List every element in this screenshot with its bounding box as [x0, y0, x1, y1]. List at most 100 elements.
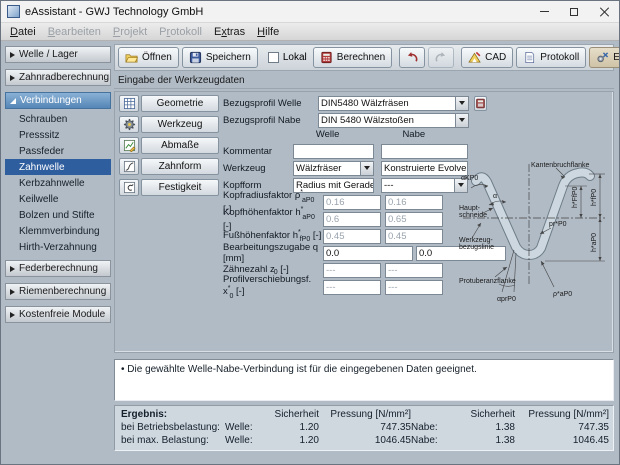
status-message-box: • Die gewählte Welle-Nabe-Verbindung ist… [114, 359, 614, 401]
din-profile-button[interactable] [474, 96, 487, 111]
kopfhoehenfaktor-welle-field [323, 212, 381, 227]
minimize-button[interactable] [529, 1, 559, 22]
results-title: Ergebnis: [121, 409, 225, 420]
calculator-icon [320, 51, 333, 64]
sidebar-item-bolzen-und-stifte[interactable]: Bolzen und Stifte [5, 207, 111, 223]
sidebar-section-kostenfreie-module[interactable]: Kostenfreie Module [5, 306, 111, 323]
open-button[interactable]: Öffnen [118, 47, 179, 68]
results-col-pressung: Pressung [N/mm²] [319, 409, 411, 420]
kopfradiusfaktor-welle-field [323, 195, 381, 210]
abmasse-button[interactable]: Abmaße [141, 137, 219, 154]
sidebar-item-keilwelle[interactable]: Keilwelle [5, 191, 111, 207]
chevron-down-icon[interactable] [360, 162, 373, 175]
kopfform-nabe-select[interactable]: --- [381, 178, 468, 193]
sidebar-item-zahnwelle[interactable]: Zahnwelle [5, 159, 111, 175]
checkbox-icon [268, 52, 279, 63]
results-row-label: bei Betriebsbelastung: [121, 422, 225, 433]
zahnform-button[interactable]: Zahnform [141, 158, 219, 175]
geometrie-button[interactable]: Geometrie [141, 95, 219, 112]
settings-icon [596, 51, 609, 64]
title-bar: eAssistant - GWJ Technology GmbH [1, 1, 619, 23]
sidebar-item-presssitz[interactable]: Presssitz [5, 127, 111, 143]
gear-icon [123, 118, 136, 131]
cad-icon [468, 51, 481, 64]
sidebar-section-riemenberechnung[interactable]: Riemenberechnung [5, 283, 111, 300]
sidebar-section-verbindungen[interactable]: Verbindungen [5, 92, 111, 109]
diagram-label-protuberanzflanke: Protuberanzflanke [459, 278, 516, 285]
results-col-pressung-2: Pressung [N/mm²] [515, 409, 609, 420]
menu-bar: Datei Bearbeiten Projekt Protokoll Extra… [1, 23, 619, 41]
menu-datei[interactable]: Datei [4, 25, 42, 39]
curve-icon [123, 160, 136, 173]
save-button[interactable]: Speichern [182, 47, 258, 68]
festigkeit-icon-button[interactable] [119, 179, 139, 196]
werkzeug-button[interactable]: Werkzeug [141, 116, 219, 133]
maximize-button[interactable] [559, 1, 589, 22]
kommentar-welle-input[interactable] [293, 144, 374, 159]
diagram-label-pr-p0: pr*P0 [549, 221, 567, 228]
sidebar: Welle / Lager Zahnradberechnung Verbindu… [5, 46, 111, 456]
menu-hilfe[interactable]: Hilfe [251, 25, 285, 39]
main-panel: Öffnen Speichern Lokal Berechnen [113, 43, 615, 460]
kommentar-nabe-input[interactable] [381, 144, 468, 159]
werkzeugdaten-groupbox: Geometrie Werkzeug Abmaße Zahnform [114, 91, 614, 353]
triangle-expanded-icon [10, 98, 16, 104]
redo-icon [434, 51, 448, 64]
results-table: Ergebnis: Sicherheit Pressung [N/mm²] Si… [121, 409, 607, 446]
diagram-label-h-ap0: h*aP0 [591, 233, 598, 252]
festigkeit-button[interactable]: Festigkeit [141, 179, 219, 196]
calculate-button[interactable]: Berechnen [313, 47, 392, 68]
client-area: Welle / Lager Zahnradberechnung Verbindu… [1, 41, 619, 464]
section-title: Eingabe der Werkzeugdaten [114, 73, 614, 89]
mini-calculator-icon [475, 98, 486, 109]
chevron-down-icon[interactable] [455, 97, 468, 110]
profilverschiebung-nabe-field [385, 280, 443, 295]
kopfradiusfaktor-nabe-field [385, 195, 443, 210]
sidebar-section-federberechnung[interactable]: Federberechnung [5, 260, 111, 277]
sidebar-item-hirth-verzahnung[interactable]: Hirth-Verzahnung [5, 239, 111, 255]
profile-outline [476, 172, 590, 255]
minimize-icon [540, 11, 549, 12]
menu-extras[interactable]: Extras [208, 25, 251, 39]
diagram-label-h-ffp0: h*FfP0 [572, 186, 579, 208]
geometrie-icon-button[interactable] [119, 95, 139, 112]
sidebar-item-passfeder[interactable]: Passfeder [5, 143, 111, 159]
cad-button[interactable]: CAD [461, 47, 513, 68]
menu-protokoll: Protokoll [153, 25, 208, 39]
settings-button[interactable]: Einstellungen [589, 47, 620, 68]
fusshoehenfaktor-welle-field [323, 229, 381, 244]
sidebar-item-klemmverbindung[interactable]: Klemmverbindung [5, 223, 111, 239]
diagram-label-kantenbruchflanke: Kantenbruchflanke [531, 162, 589, 169]
bezugsprofil-welle-label: Bezugsprofil Welle [223, 98, 318, 109]
sidebar-section-zahnradberechnung[interactable]: Zahnradberechnung [5, 69, 111, 86]
redo-button [428, 47, 454, 68]
bezugsprofil-nabe-select[interactable]: DIN 5480 Wälzstoßen [318, 113, 469, 128]
lokal-checkbox[interactable]: Lokal [268, 52, 307, 63]
zaehnezahl-welle-field [323, 263, 381, 278]
abmasse-icon-button[interactable] [119, 137, 139, 154]
diagram-label-alpha-kp0: αKP0 [461, 175, 478, 182]
diagram-label-hauptschneide-2: schneide [459, 212, 487, 219]
sidebar-item-schrauben[interactable]: Schrauben [5, 111, 111, 127]
sidebar-section-welle-lager[interactable]: Welle / Lager [5, 46, 111, 63]
results-col-sicherheit: Sicherheit [269, 409, 319, 420]
bearbeitungszugabe-welle-input[interactable] [323, 246, 413, 261]
sidebar-item-kerbzahnwelle[interactable]: Kerbzahnwelle [5, 175, 111, 191]
diagram-label-bezugslinie-2: bezugslinie [459, 244, 494, 251]
werkzeug-icon-button[interactable] [119, 116, 139, 133]
kopfhoehenfaktor-nabe-field [385, 212, 443, 227]
werkzeug-welle-select[interactable]: Wälzfräser [293, 161, 374, 176]
bearbeitungszugabe-label: Bearbeitungszugabe q [mm] [223, 242, 323, 264]
chevron-down-icon[interactable] [455, 114, 468, 127]
diagram-label-bezugslinie-1: Werkzeug- [459, 237, 493, 244]
werkzeug-nabe-select[interactable]: Konstruierte Evolve... [381, 161, 468, 176]
maximize-icon [570, 8, 578, 16]
triangle-right-icon [10, 75, 15, 81]
zaehnezahl-nabe-field [385, 263, 443, 278]
toolbar: Öffnen Speichern Lokal Berechnen [114, 44, 614, 71]
undo-button[interactable] [399, 47, 425, 68]
zahnform-icon-button[interactable] [119, 158, 139, 175]
bezugsprofil-welle-select[interactable]: DIN5480 Wälzfräsen [318, 96, 469, 111]
protocol-button[interactable]: Protokoll [516, 47, 586, 68]
close-button[interactable] [589, 1, 619, 22]
